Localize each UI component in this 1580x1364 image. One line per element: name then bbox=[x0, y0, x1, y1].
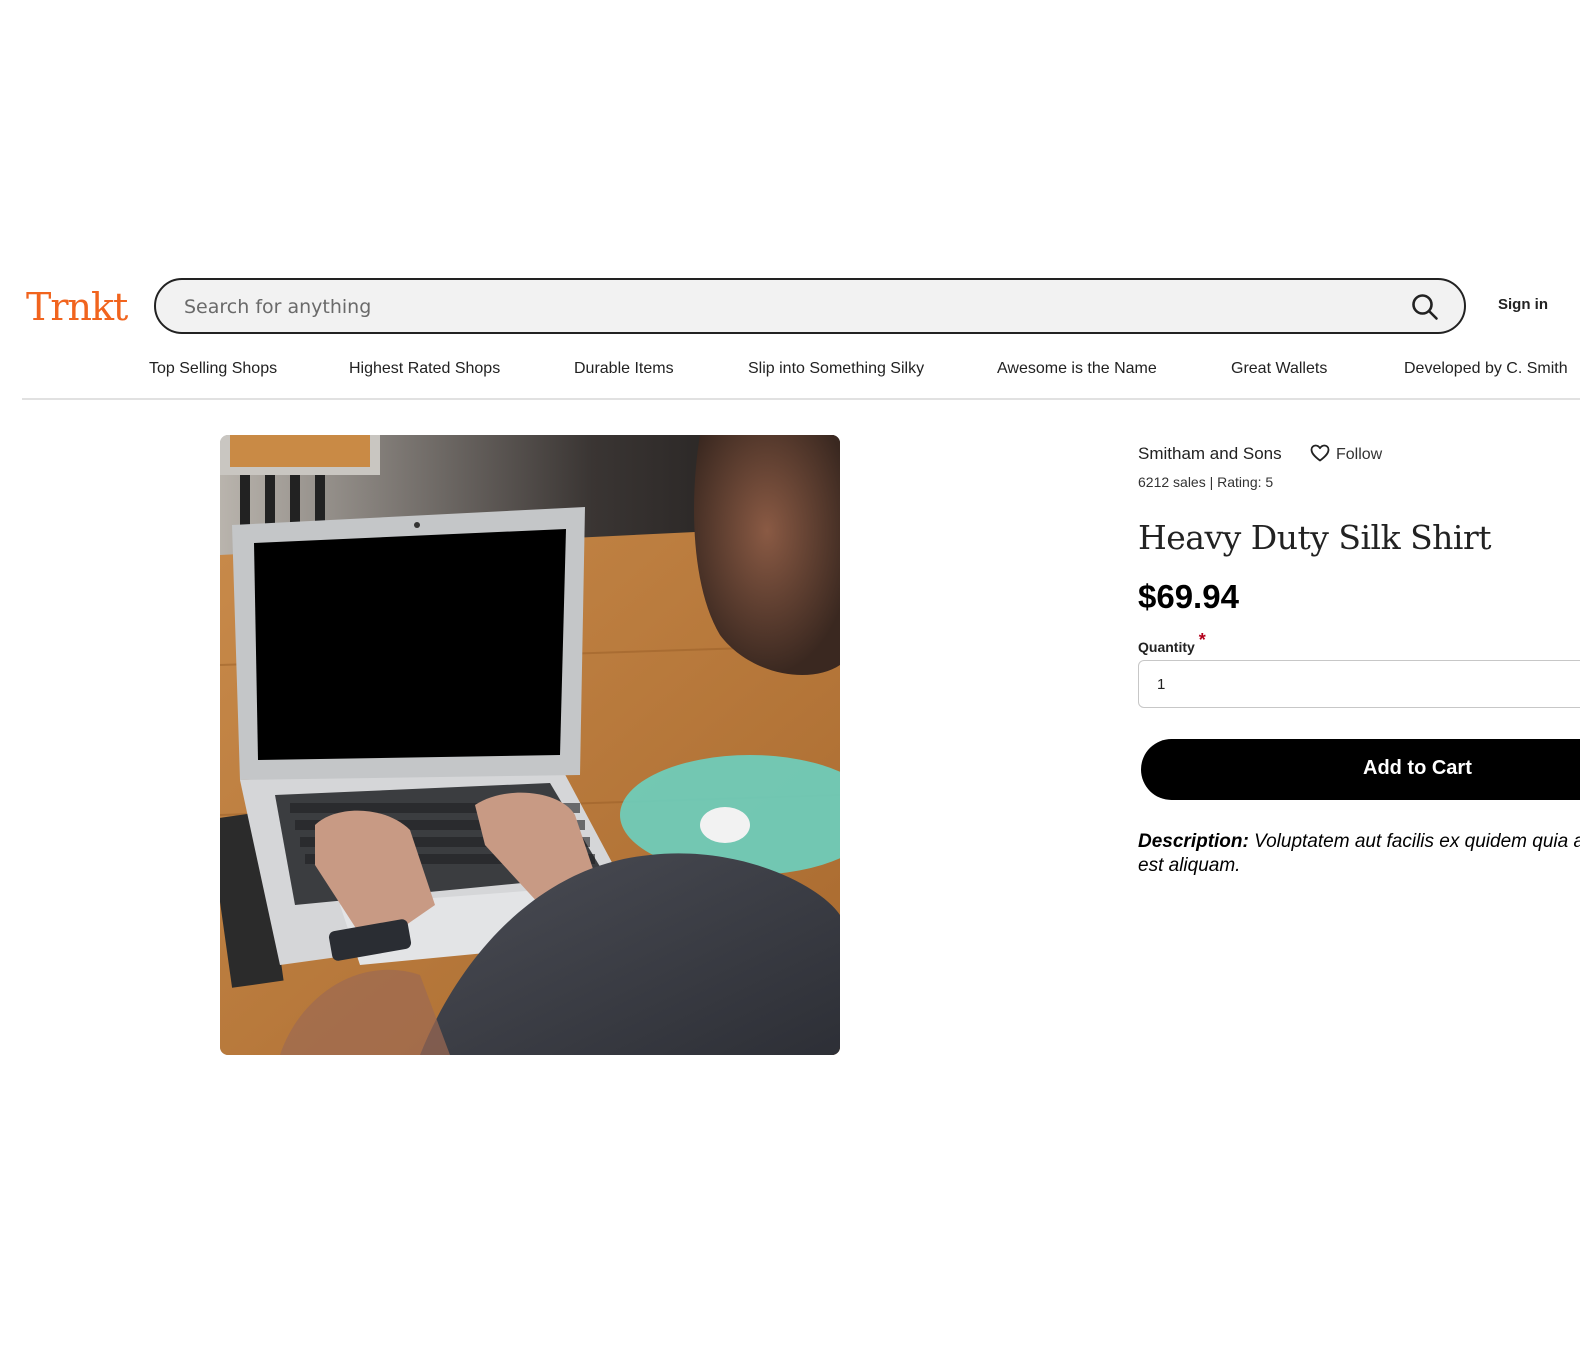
shop-name-link[interactable]: Smitham and Sons bbox=[1138, 444, 1282, 464]
category-nav: Top Selling Shops Highest Rated Shops Du… bbox=[22, 350, 1580, 400]
category-link[interactable]: Durable Items bbox=[574, 360, 674, 378]
quantity-label-text: Quantity bbox=[1138, 639, 1195, 655]
heart-icon bbox=[1310, 444, 1330, 462]
add-to-cart-label: Add to Cart bbox=[1363, 757, 1472, 779]
product-info: Smitham and Sons Follow 6212 sales | Rat… bbox=[1138, 440, 1580, 876]
page: Trnkt Sign in Top Selling Shops Highest … bbox=[0, 0, 1580, 1364]
product-image[interactable] bbox=[220, 435, 840, 1055]
category-link[interactable]: Great Wallets bbox=[1231, 360, 1327, 378]
category-link[interactable]: Top Selling Shops bbox=[149, 360, 277, 378]
category-link[interactable]: Slip into Something Silky bbox=[748, 360, 924, 378]
search-bar bbox=[154, 278, 1466, 334]
product-description: Description: Voluptatem aut facilis ex q… bbox=[1138, 830, 1580, 878]
quantity-field[interactable] bbox=[1138, 660, 1580, 708]
product-title: Heavy Duty Silk Shirt bbox=[1138, 518, 1492, 557]
follow-label: Follow bbox=[1336, 446, 1383, 463]
search-input[interactable] bbox=[182, 280, 1386, 334]
category-link[interactable]: Awesome is the Name bbox=[997, 360, 1157, 378]
product-price: $69.94 bbox=[1138, 578, 1239, 615]
product-photo bbox=[220, 435, 840, 1055]
quantity-label: Quantity * bbox=[1138, 630, 1206, 657]
search-button[interactable] bbox=[1410, 292, 1440, 322]
add-to-cart-button[interactable]: Add to Cart bbox=[1141, 739, 1580, 800]
description-label: Description: bbox=[1138, 831, 1249, 852]
required-marker: * bbox=[1198, 630, 1206, 650]
site-header: Trnkt Sign in bbox=[0, 276, 1580, 340]
search-icon bbox=[1412, 294, 1438, 320]
category-link[interactable]: Developed by C. Smith bbox=[1404, 360, 1568, 378]
site-logo[interactable]: Trnkt bbox=[26, 282, 128, 332]
category-link[interactable]: Highest Rated Shops bbox=[349, 360, 500, 378]
follow-button[interactable]: Follow bbox=[1310, 444, 1382, 464]
shop-stats: 6212 sales | Rating: 5 bbox=[1138, 474, 1274, 490]
sign-in-link[interactable]: Sign in bbox=[1498, 296, 1548, 313]
shop-row: Smitham and Sons Follow bbox=[1138, 440, 1580, 470]
